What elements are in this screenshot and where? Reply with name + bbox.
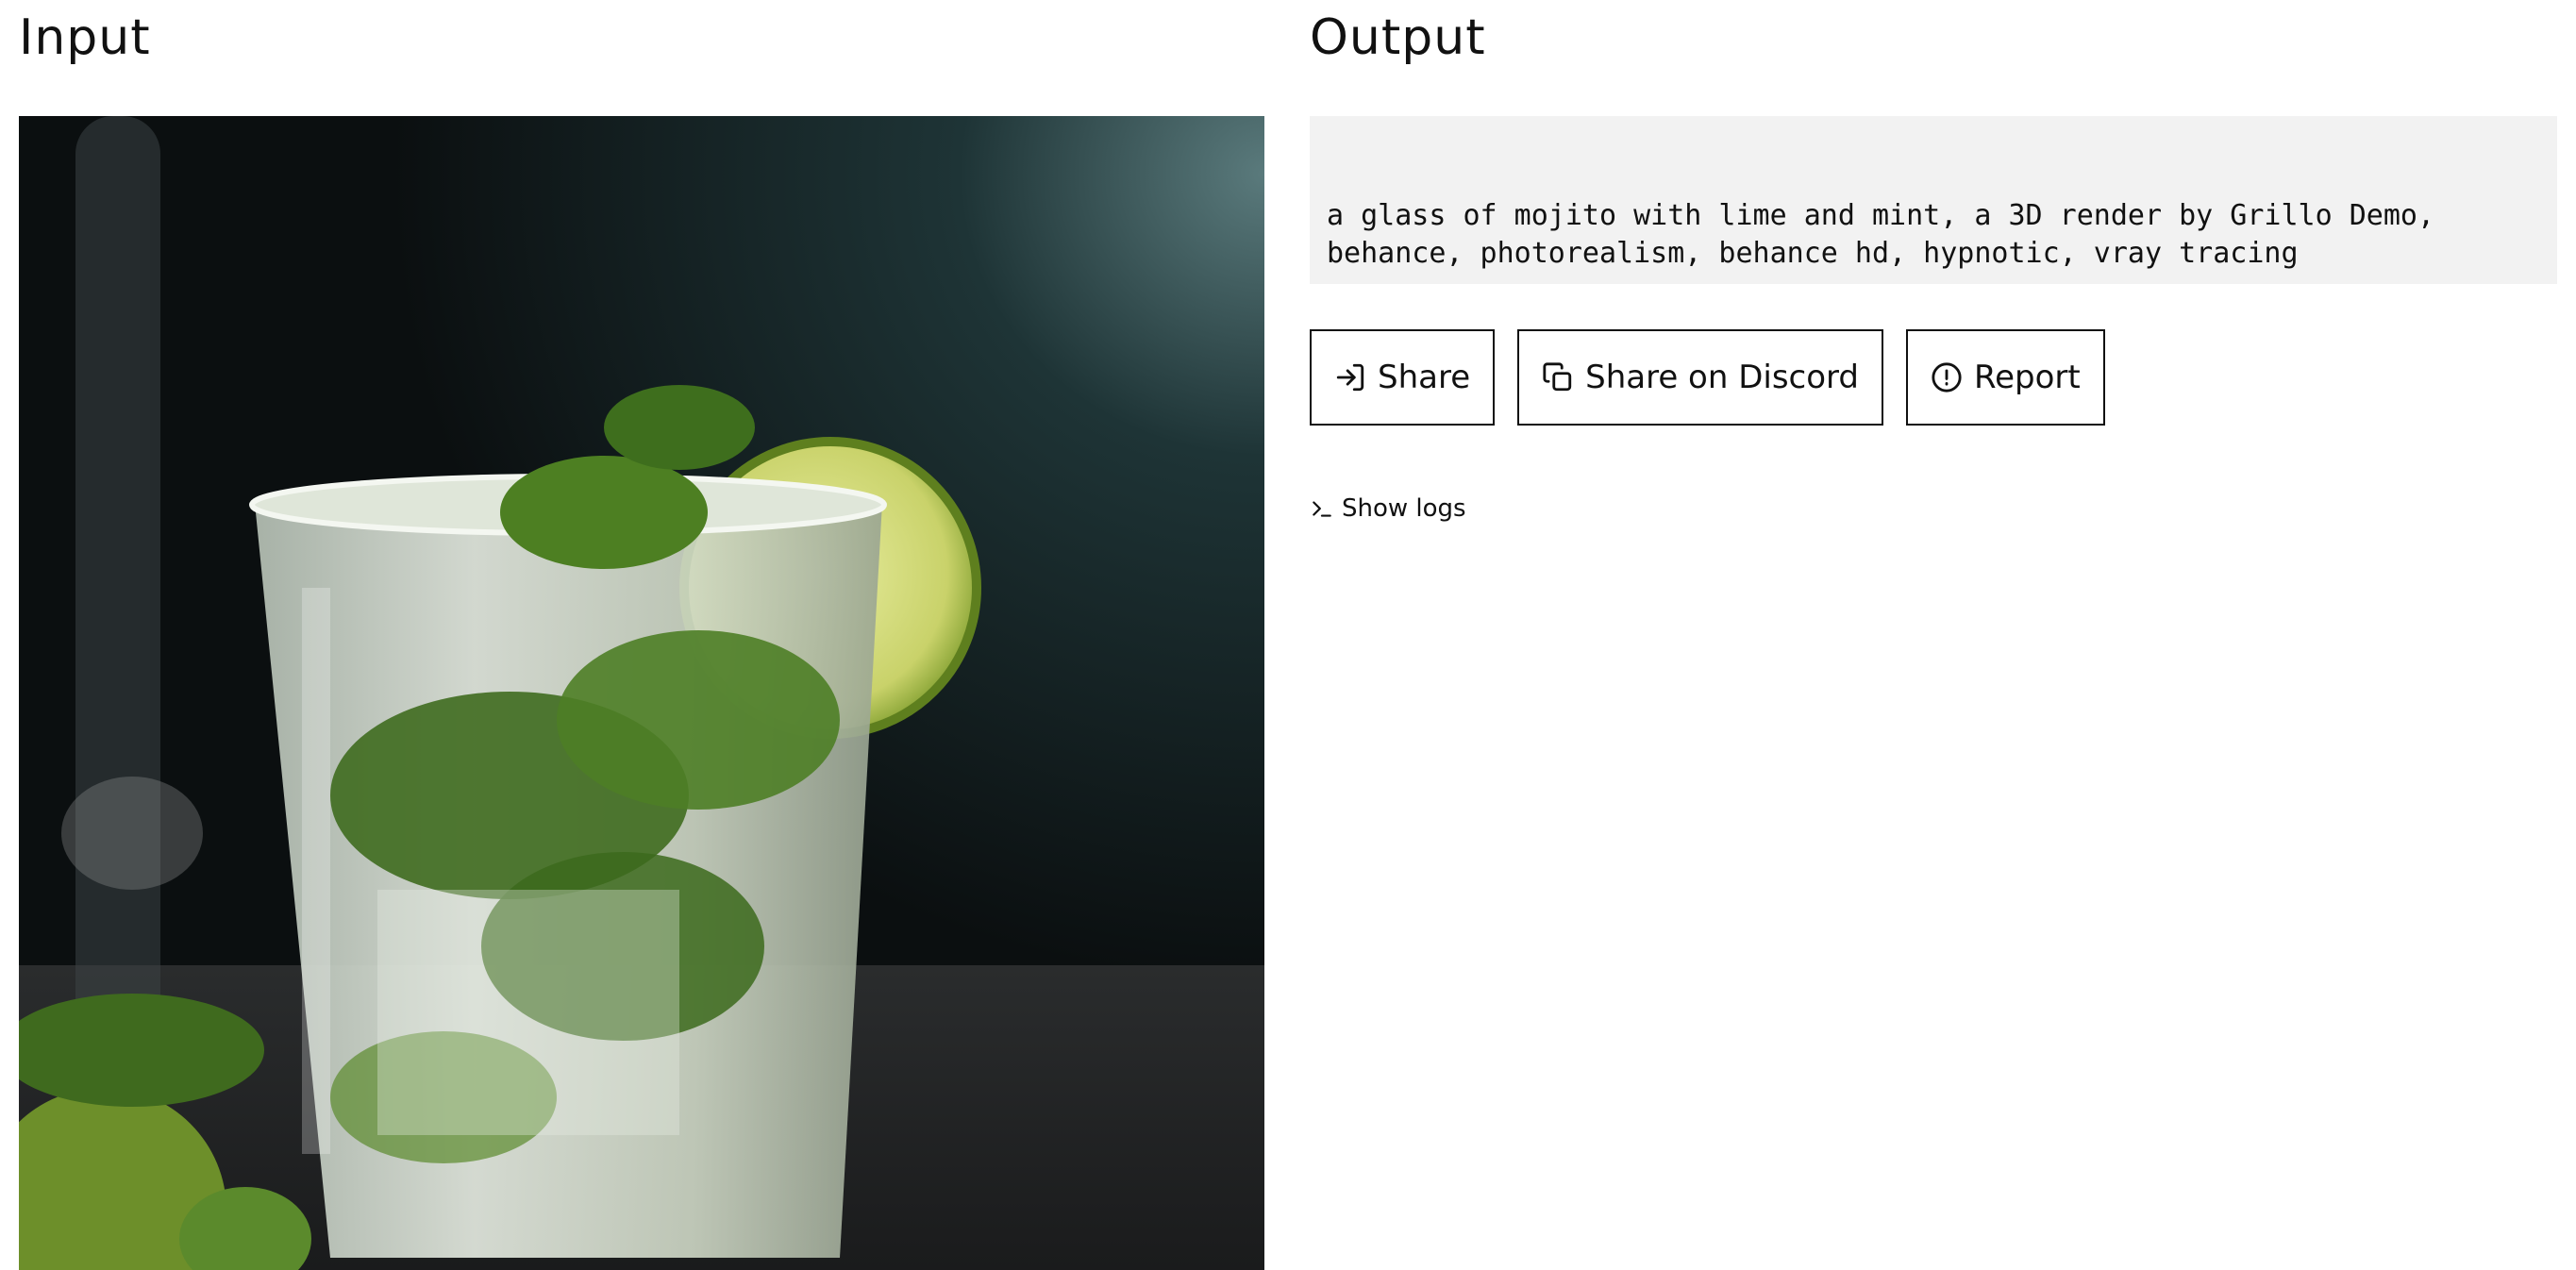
input-heading: Input xyxy=(19,9,151,66)
share-on-discord-label: Share on Discord xyxy=(1585,359,1860,396)
input-image xyxy=(19,116,1264,1270)
mojito-image xyxy=(19,116,1264,1270)
show-logs-toggle[interactable]: Show logs xyxy=(1310,494,1466,523)
page: Input Output a glass of mojito with lime… xyxy=(0,0,2576,1270)
output-text: a glass of mojito with lime and mint, a … xyxy=(1310,116,2557,284)
share-on-discord-button[interactable]: Share on Discord xyxy=(1517,329,1884,426)
report-button[interactable]: Report xyxy=(1906,329,2105,426)
report-button-label: Report xyxy=(1974,359,2081,396)
share-arrow-icon xyxy=(1334,361,1366,393)
terminal-prompt-icon xyxy=(1310,496,1334,521)
alert-icon xyxy=(1931,361,1963,393)
share-button[interactable]: Share xyxy=(1310,329,1496,426)
output-heading: Output xyxy=(1310,9,1486,66)
copy-icon xyxy=(1542,361,1574,393)
share-button-label: Share xyxy=(1378,359,1471,396)
action-buttons: Share Share on Discord Report xyxy=(1310,329,2105,426)
show-logs-label: Show logs xyxy=(1342,494,1466,523)
